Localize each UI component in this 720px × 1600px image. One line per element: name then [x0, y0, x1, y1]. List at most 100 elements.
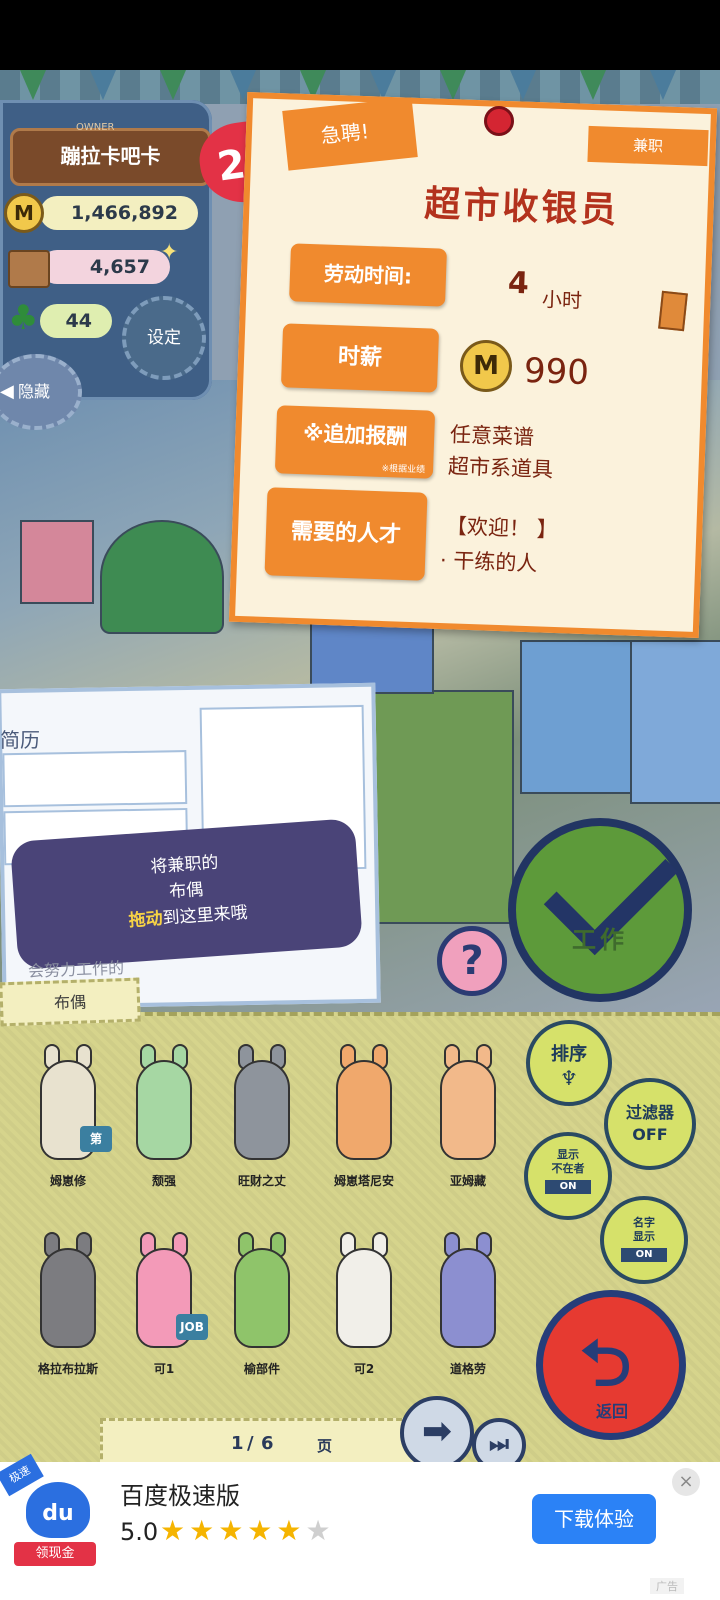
name-label-1: 名字	[633, 1216, 655, 1229]
download-button[interactable]: 下载体验	[532, 1494, 656, 1544]
filter-button[interactable]: 过滤器 OFF	[604, 1078, 696, 1170]
job-type-tab: 兼职	[587, 125, 709, 167]
doll-name: 可2	[353, 1362, 375, 1376]
hours-label: 劳动时间:	[289, 243, 447, 307]
doll-figure	[336, 1248, 392, 1348]
talent-label: 需要的人才	[264, 487, 428, 581]
doll-card[interactable]: 姆崽塔尼安	[314, 1040, 414, 1195]
doll-card[interactable]: 颓强	[114, 1040, 214, 1195]
pennant-flag	[20, 70, 46, 100]
next-page-button[interactable]: ➡	[400, 1396, 474, 1470]
absent-toggle-state: ON	[545, 1180, 591, 1194]
doll-name: 亚姆藏	[449, 1174, 486, 1188]
pennant-flag	[160, 70, 186, 100]
resume-title: 简历	[0, 728, 40, 752]
filter-label: 过滤器	[625, 1103, 674, 1122]
shop-name: 蹦拉卡吧卡	[10, 128, 211, 186]
doll-card[interactable]: 可1 JOB	[114, 1228, 214, 1383]
show-absent-toggle[interactable]: 显示 不在者 ON	[524, 1132, 612, 1220]
logo-cash-label: 领现金	[14, 1542, 96, 1566]
doll-card[interactable]: 格拉布拉斯	[18, 1228, 118, 1383]
bonus-label-text: ※追加报酬	[302, 421, 408, 449]
doll-figure	[136, 1060, 192, 1160]
doll-name: 榆部件	[243, 1362, 280, 1376]
arrow-right-icon: ➡	[421, 1411, 453, 1452]
sort-button[interactable]: 排序 ♆	[526, 1020, 612, 1106]
doll-card[interactable]: 姆崽修 第	[18, 1040, 118, 1195]
blue-building	[630, 640, 720, 804]
pennant-flag	[650, 70, 676, 100]
talent-value-2: · 干练的人	[439, 548, 538, 576]
doll-name: 颓强	[151, 1174, 176, 1188]
owner-tag: OWNER	[76, 122, 115, 133]
page-sep: /	[247, 1433, 254, 1454]
wage-value: 990	[523, 350, 590, 394]
doll-card[interactable]: 亚姆藏	[418, 1040, 518, 1195]
page-current: 1	[231, 1433, 244, 1454]
pennant-flag	[90, 70, 116, 100]
doll-name: 姆崽塔尼安	[333, 1174, 394, 1188]
doll-figure	[440, 1060, 496, 1160]
status-bar	[0, 0, 720, 70]
stars-empty: ★	[305, 1514, 335, 1547]
doll-name: 姆崽修	[49, 1174, 86, 1188]
name-toggle-state: ON	[621, 1248, 667, 1262]
filter-state: OFF	[632, 1125, 668, 1144]
page-unit: 页	[317, 1437, 333, 1455]
doll-card[interactable]: 可2	[314, 1228, 414, 1383]
pennant-flag	[580, 70, 606, 100]
book-icon	[658, 290, 688, 332]
show-names-toggle[interactable]: 名字 显示 ON	[600, 1196, 688, 1284]
job-title: 超市收银员	[423, 183, 621, 232]
clover-count: 44	[40, 304, 112, 338]
pennant-flag	[440, 70, 466, 100]
doll-name: 旺财之丈	[237, 1174, 286, 1188]
doll-figure	[336, 1060, 392, 1160]
close-icon[interactable]: ×	[672, 1468, 700, 1496]
pink-house	[20, 520, 94, 604]
tree-cluster	[100, 520, 224, 634]
doll-card[interactable]: 道格劳	[418, 1228, 518, 1383]
doll-name: 格拉布拉斯	[37, 1362, 98, 1376]
sparkle-icon: ✦	[160, 240, 179, 265]
hours-unit: 小时	[541, 287, 583, 313]
pin-icon	[484, 106, 514, 136]
doll-badge: JOB	[176, 1314, 208, 1340]
ad-rating: 5.0	[120, 1518, 159, 1546]
doll-name: 道格劳	[449, 1362, 486, 1376]
hours-value: 4	[507, 265, 530, 302]
doll-figure	[234, 1060, 290, 1160]
page-total: 6	[261, 1433, 274, 1454]
clover-icon: ♣	[8, 298, 39, 338]
dolls-tab: 布偶	[0, 977, 141, 1027]
doll-badge: 第	[80, 1126, 112, 1152]
doll-card[interactable]: 旺财之丈	[212, 1040, 312, 1195]
sort-icon: ♆	[560, 1066, 578, 1090]
name-label-2: 显示	[633, 1230, 655, 1243]
wage-label: 时薪	[280, 323, 440, 393]
page-indicator: 1 / 6 页	[100, 1418, 420, 1468]
sort-label: 排序	[551, 1044, 587, 1065]
coin-icon: M	[4, 193, 44, 233]
work-label: 工作	[572, 926, 628, 954]
doll-name: 可1	[153, 1362, 175, 1376]
help-button[interactable]: ?	[437, 926, 507, 996]
star-rating-icon: ★★★★★★	[160, 1514, 335, 1547]
fast-forward-icon: ⏭	[489, 1432, 509, 1457]
doll-figure	[440, 1248, 496, 1348]
bonus-label: ※追加报酬 ※根据业绩	[274, 405, 436, 479]
absent-label-2: 不在者	[551, 1162, 585, 1175]
hint-line-3-rest: 到这里来哦	[161, 902, 249, 929]
blue-building	[520, 640, 634, 794]
ad-title: 百度极速版	[120, 1482, 240, 1510]
hint-highlight: 拖动	[128, 908, 164, 932]
bonus-value-2: 超市系道具	[447, 454, 554, 482]
chevron-left-icon: ◀	[0, 381, 14, 402]
doll-card[interactable]: 榆部件	[212, 1228, 312, 1383]
settings-button[interactable]: 设定	[122, 296, 206, 380]
talent-value-1: 【欢迎！ 】	[445, 514, 559, 542]
drag-hint-bubble: 将兼职的 布偶 拖动到这里来哦	[9, 818, 364, 970]
ad-tag: 广告	[650, 1578, 684, 1594]
baidu-logo: 极速 du 领现金	[0, 1453, 100, 1572]
absent-label-1: 显示	[557, 1148, 579, 1161]
